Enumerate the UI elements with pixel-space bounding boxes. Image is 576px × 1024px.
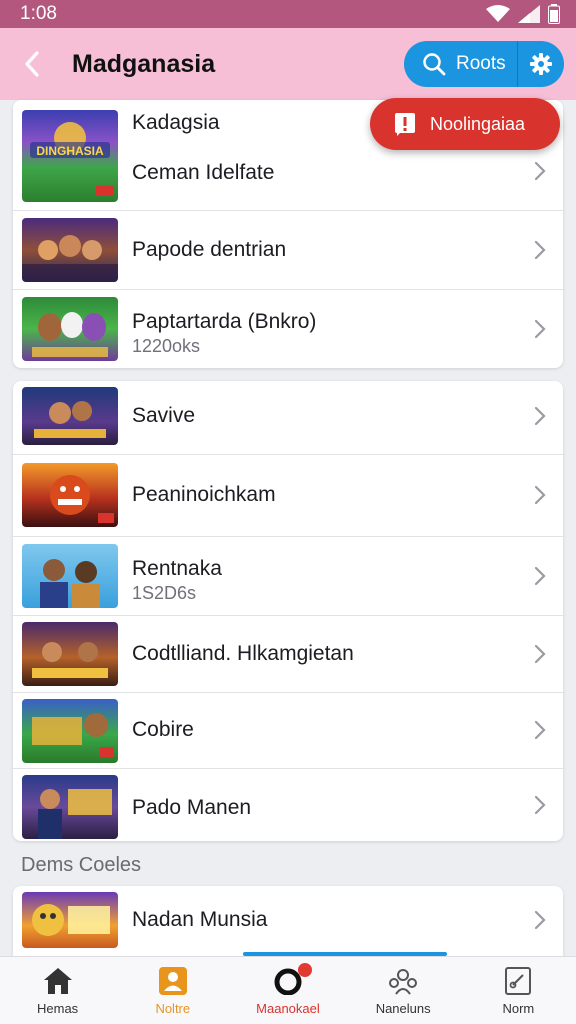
- nav-item-profile[interactable]: Noltre: [115, 957, 230, 1024]
- profile-icon: [158, 967, 187, 995]
- banner-art: [22, 235, 118, 282]
- list-item[interactable]: Paptartarda (Bnkro) 1220oks: [13, 289, 563, 368]
- settings-button[interactable]: [518, 41, 564, 87]
- list-item-title: Papode dentrian: [132, 238, 287, 261]
- nav-item-people[interactable]: Naneluns: [346, 957, 461, 1024]
- notification-badge: [298, 963, 313, 977]
- list-item-header: Kadagsia: [132, 111, 220, 134]
- list-item-title: Nadan Munsia: [132, 908, 268, 931]
- battery-icon: [548, 4, 560, 24]
- status-time: 1:08: [20, 3, 57, 24]
- games-list-card: Savive Peaninoichkam Rentnaka 1S2D6s Cod…: [13, 381, 563, 841]
- status-bar: 1:08: [0, 0, 576, 28]
- list-item-title: Savive: [132, 404, 196, 427]
- list-item[interactable]: Peaninoichkam: [13, 454, 563, 536]
- nav-item-label: Naneluns: [375, 1001, 431, 1016]
- gear-icon: [530, 53, 552, 75]
- nav-item-label: Hemas: [37, 1001, 79, 1016]
- bookmark-icon: [505, 967, 532, 995]
- chevron-right-icon: [534, 240, 546, 260]
- status-icons: [486, 3, 560, 25]
- banner-art: [50, 475, 114, 523]
- nav-item-more[interactable]: Norm: [461, 957, 576, 1024]
- search-button-label: Roots: [456, 53, 506, 74]
- game-thumbnail: DINGHASIA: [22, 110, 118, 202]
- game-thumbnail: [22, 699, 118, 763]
- game-thumbnail: [22, 892, 118, 948]
- game-thumbnail: [22, 297, 118, 361]
- search-button[interactable]: Roots: [404, 41, 517, 87]
- chevron-right-icon: [534, 910, 546, 930]
- game-thumbnail: [22, 218, 118, 282]
- banner-art: [32, 312, 108, 357]
- chevron-right-icon: [534, 319, 546, 339]
- nav-item-home[interactable]: Hemas: [0, 957, 115, 1024]
- game-thumbnail: [22, 387, 118, 445]
- chevron-right-icon: [534, 644, 546, 664]
- bottom-nav: Hemas Noltre Maanokael Naneluns Norm: [0, 956, 576, 1024]
- app-bar: Madganasia Roots: [0, 28, 576, 100]
- signal-icon: [518, 5, 540, 23]
- banner-art: [34, 401, 106, 438]
- list-item-subtitle: 1S2D6s: [132, 583, 197, 603]
- chevron-right-icon: [534, 161, 546, 181]
- chevron-right-icon: [534, 406, 546, 426]
- nav-item-label: Maanokael: [256, 1001, 320, 1016]
- list-item-title: Cobire: [132, 718, 194, 741]
- banner-art: [40, 559, 100, 608]
- section-header: Dems Coeles: [21, 854, 142, 876]
- banner-art: DINGHASIA: [30, 122, 114, 196]
- game-thumbnail: [22, 622, 118, 686]
- nav-item-label: Norm: [502, 1001, 535, 1016]
- people-icon: [389, 969, 418, 995]
- chevron-right-icon: [534, 566, 546, 586]
- banner-art: [32, 642, 108, 678]
- fab-label: Noolingaiaa: [430, 113, 526, 134]
- chevron-right-icon: [534, 485, 546, 505]
- nav-item-label: Noltre: [155, 1001, 191, 1016]
- list-item[interactable]: Codtlliand. Hlkamgietan: [13, 615, 563, 692]
- chevron-right-icon: [534, 795, 546, 815]
- game-thumbnail: [22, 544, 118, 608]
- list-item-title: Ceman Idelfate: [132, 161, 275, 184]
- list-item[interactable]: Pado Manen: [13, 768, 563, 841]
- search-icon: [423, 53, 446, 76]
- list-item-subtitle: 1220oks: [132, 336, 201, 356]
- list-item-title: Pado Manen: [132, 796, 252, 819]
- search-pill: Roots: [404, 41, 564, 87]
- list-item[interactable]: Nadan Munsia: [13, 886, 563, 956]
- banner-art: [38, 789, 112, 839]
- game-thumbnail: [22, 463, 118, 527]
- banner-art: [32, 713, 114, 757]
- nav-item-messages[interactable]: Maanokael: [230, 957, 345, 1024]
- back-arrow-icon: [25, 51, 39, 77]
- list-item-title: Codtlliand. Hlkamgietan: [132, 642, 354, 665]
- home-icon: [43, 968, 72, 994]
- list-item[interactable]: Rentnaka 1S2D6s: [13, 536, 563, 615]
- banner-art: [32, 904, 110, 936]
- svg-text:DINGHASIA: DINGHASIA: [36, 144, 104, 158]
- list-item[interactable]: Savive: [13, 381, 563, 454]
- list-item[interactable]: Papode dentrian: [13, 210, 563, 289]
- section-list-card: Nadan Munsia: [13, 886, 563, 956]
- list-item[interactable]: Cobire: [13, 692, 563, 768]
- page-title: Madganasia: [72, 50, 216, 78]
- chevron-right-icon: [534, 720, 546, 740]
- list-item-title: Paptartarda (Bnkro): [132, 310, 317, 333]
- notification-fab[interactable]: Noolingaiaa: [370, 98, 560, 150]
- back-button[interactable]: [14, 46, 50, 82]
- list-item-title: Rentnaka: [132, 557, 222, 580]
- list-item-title: Peaninoichkam: [132, 483, 276, 506]
- game-thumbnail: [22, 775, 118, 839]
- wifi-icon: [486, 5, 510, 22]
- alert-icon: [395, 113, 415, 136]
